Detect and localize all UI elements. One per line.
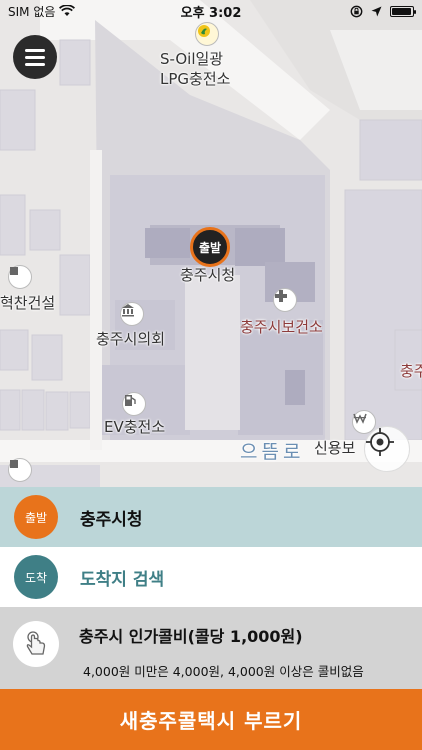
battery-icon bbox=[390, 5, 416, 17]
destination-badge: 도착 bbox=[14, 555, 58, 599]
square-icon bbox=[10, 460, 18, 468]
square-icon bbox=[10, 267, 18, 275]
fuel-pump-icon[interactable] bbox=[122, 392, 146, 416]
map-label-credit-union[interactable]: 신용보 bbox=[314, 437, 355, 458]
map-label-road: 으뜸로 bbox=[240, 441, 305, 463]
building-poi-icon-2[interactable] bbox=[8, 458, 32, 482]
menu-icon-bar-3 bbox=[25, 62, 45, 66]
status-left: SIM 없음 bbox=[8, 3, 76, 20]
status-right bbox=[350, 5, 416, 18]
menu-button[interactable] bbox=[13, 35, 57, 79]
tap-hand-glyph bbox=[26, 631, 46, 655]
fare-texts: 충주시 인가콜비(콜당 1,000원) 4,000원 미만은 4,000원, 4… bbox=[79, 621, 364, 680]
fare-info-row: 충주시 인가콜비(콜당 1,000원) 4,000원 미만은 4,000원, 4… bbox=[0, 607, 422, 689]
gas-brand-icon[interactable] bbox=[195, 22, 219, 46]
fare-description: 4,000원 미만은 4,000원, 4,000원 이상은 콜비없음 bbox=[83, 664, 364, 679]
status-bar: SIM 없음 오후 3:02 bbox=[0, 0, 422, 22]
destination-search-text: 도착지 검색 bbox=[80, 569, 165, 590]
map-label-construction[interactable]: 혁찬건설 bbox=[0, 292, 55, 313]
map-view[interactable]: S-Oil일광 LPG충전소 충주시청 혁찬건설 충주시의회 충주시보건소 EV… bbox=[0, 0, 422, 487]
location-arrow-icon bbox=[371, 6, 382, 16]
start-location-text: 충주시청 bbox=[80, 509, 143, 530]
cross-glyph bbox=[275, 290, 287, 302]
bank-icon[interactable] bbox=[120, 302, 144, 326]
destination-search-row[interactable]: 도착 도착지 검색 bbox=[0, 547, 422, 607]
won-glyph bbox=[353, 413, 367, 424]
map-label-city-hall[interactable]: 충주시청 bbox=[180, 264, 235, 285]
battery-fill bbox=[392, 7, 411, 15]
pump-glyph bbox=[125, 395, 136, 406]
bank-glyph bbox=[122, 304, 134, 317]
map-label-health-center[interactable]: 충주시보건소 bbox=[240, 316, 323, 337]
start-location-row[interactable]: 출발 충주시청 bbox=[0, 487, 422, 547]
map-label-ev-station[interactable]: EV충전소 bbox=[104, 416, 165, 437]
crosshair-icon bbox=[366, 428, 394, 456]
menu-icon-bar-1 bbox=[25, 48, 45, 52]
start-badge: 출발 bbox=[14, 495, 58, 539]
map-label-city-council[interactable]: 충주시의회 bbox=[96, 328, 165, 349]
hospital-cross-icon[interactable] bbox=[273, 288, 297, 312]
start-marker-label: 출발 bbox=[198, 240, 222, 255]
map-label-gas-station-2[interactable]: LPG충전소 bbox=[160, 68, 230, 89]
map-label-edge[interactable]: 충주 bbox=[400, 360, 422, 381]
tap-hand-icon bbox=[13, 621, 59, 667]
map-label-gas-station[interactable]: S-Oil일광 bbox=[160, 48, 223, 69]
building-poi-icon[interactable] bbox=[8, 265, 32, 289]
start-location-marker[interactable]: 출발 bbox=[190, 227, 230, 267]
wifi-icon bbox=[59, 5, 76, 16]
lock-rotation-icon bbox=[350, 5, 363, 17]
fare-title: 충주시 인가콜비(콜당 1,000원) bbox=[79, 627, 303, 646]
call-taxi-button[interactable]: 새충주콜택시 부르기 bbox=[0, 689, 422, 750]
sun-logo-icon bbox=[198, 25, 210, 37]
current-location-button[interactable] bbox=[364, 426, 410, 472]
menu-icon-bar-2 bbox=[25, 55, 45, 59]
carrier-text: SIM 없음 bbox=[8, 4, 56, 19]
